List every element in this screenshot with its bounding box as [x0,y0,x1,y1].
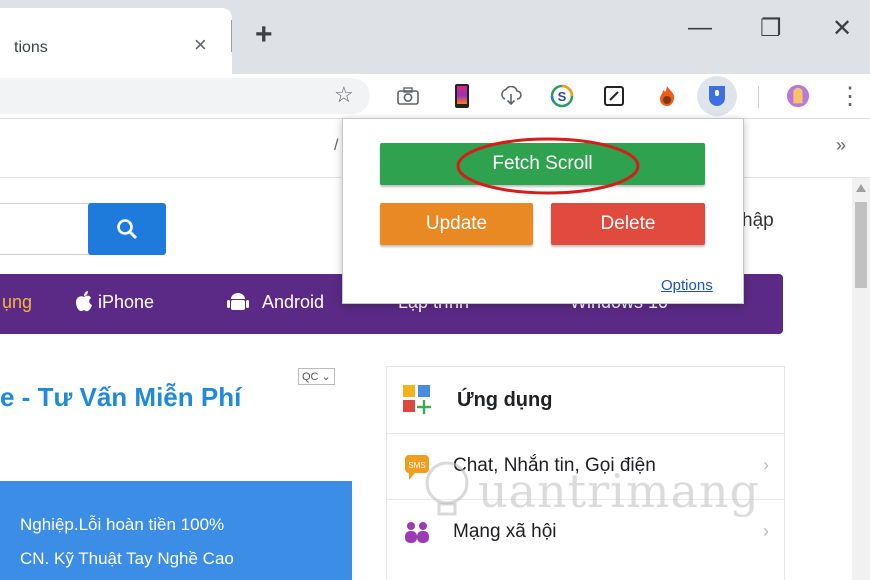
pen-box-icon[interactable] [602,84,626,108]
blue-ad-banner[interactable]: Nghiệp.Lỗi hoàn tiền 100% CN. Kỹ Thuật T… [0,481,352,580]
ad-badge[interactable]: QC ⌄ [298,368,335,385]
people-icon [405,522,429,543]
chrome-menu-icon[interactable]: ⋮ [838,82,862,111]
svg-text:S: S [558,89,567,104]
chevron-right-icon: › [763,455,769,475]
toolbar-divider [758,86,759,108]
minimize-button[interactable]: — [688,14,712,42]
ad-line-1: Nghiệp.Lỗi hoàn tiền 100% [20,515,225,534]
tab-separator [231,20,232,52]
new-tab-button[interactable]: + [255,18,273,52]
tab-close-icon[interactable]: × [194,32,207,58]
close-window-button[interactable]: ✕ [832,14,852,43]
shield-extension-icon[interactable] [705,84,729,108]
site-search-button[interactable] [88,203,166,255]
avatar-icon[interactable] [786,84,810,108]
extension-popup: Fetch Scroll Update Delete Options [342,118,744,304]
highlight-ellipse [456,137,640,195]
update-button[interactable]: Update [380,203,533,245]
watermark-label: uantrimang [478,464,760,518]
tab-strip: tions × + — ❐ ✕ [0,0,870,74]
login-link-partial[interactable]: hập [742,210,774,232]
browser-toolbar: ☆ S ⋮ [0,74,870,119]
page-scrollbar[interactable] [852,178,870,580]
panel-header: Ứng dụng [387,367,784,434]
apple-icon [76,291,92,312]
bookmark-star-icon[interactable]: ☆ [334,82,354,108]
nav-item-apps[interactable]: ụng [2,292,32,313]
address-bar[interactable]: ☆ [0,78,370,114]
android-icon [227,293,249,310]
fire-icon[interactable] [655,84,679,108]
lightbulb-watermark-icon [425,461,469,516]
scroll-up-icon[interactable] [856,184,866,192]
search-icon [117,219,138,240]
site-search-input[interactable] [0,203,90,255]
scroll-thumb[interactable] [855,202,867,288]
delete-button[interactable]: Delete [551,203,705,245]
chevron-right-icon: › [763,521,769,541]
restore-button[interactable]: ❐ [760,14,782,43]
cloud-download-icon[interactable] [499,84,523,108]
camera-icon[interactable] [396,84,420,108]
tab-title: tions [14,39,48,56]
apps-grid-icon [403,385,431,414]
watermark-text: uantrimang [425,461,760,518]
panel-item-label: Mạng xã hội [453,521,557,542]
s-circle-icon[interactable]: S [550,84,574,108]
ad-headline[interactable]: e - Tư Vấn Miễn Phí [0,382,241,413]
nav-item-android[interactable]: Android [262,292,324,313]
ad-line-2: CN. Kỹ Thuật Tay Nghề Cao [20,549,234,568]
bookmark-item-partial[interactable]: / [334,137,338,155]
active-tab[interactable]: tions × [0,8,232,74]
phone-gradient-icon[interactable] [450,84,474,108]
bookmarks-overflow-icon[interactable]: » [836,135,846,156]
options-link[interactable]: Options [661,277,713,294]
panel-title: Ứng dụng [457,389,553,411]
nav-item-iphone[interactable]: iPhone [98,292,154,313]
